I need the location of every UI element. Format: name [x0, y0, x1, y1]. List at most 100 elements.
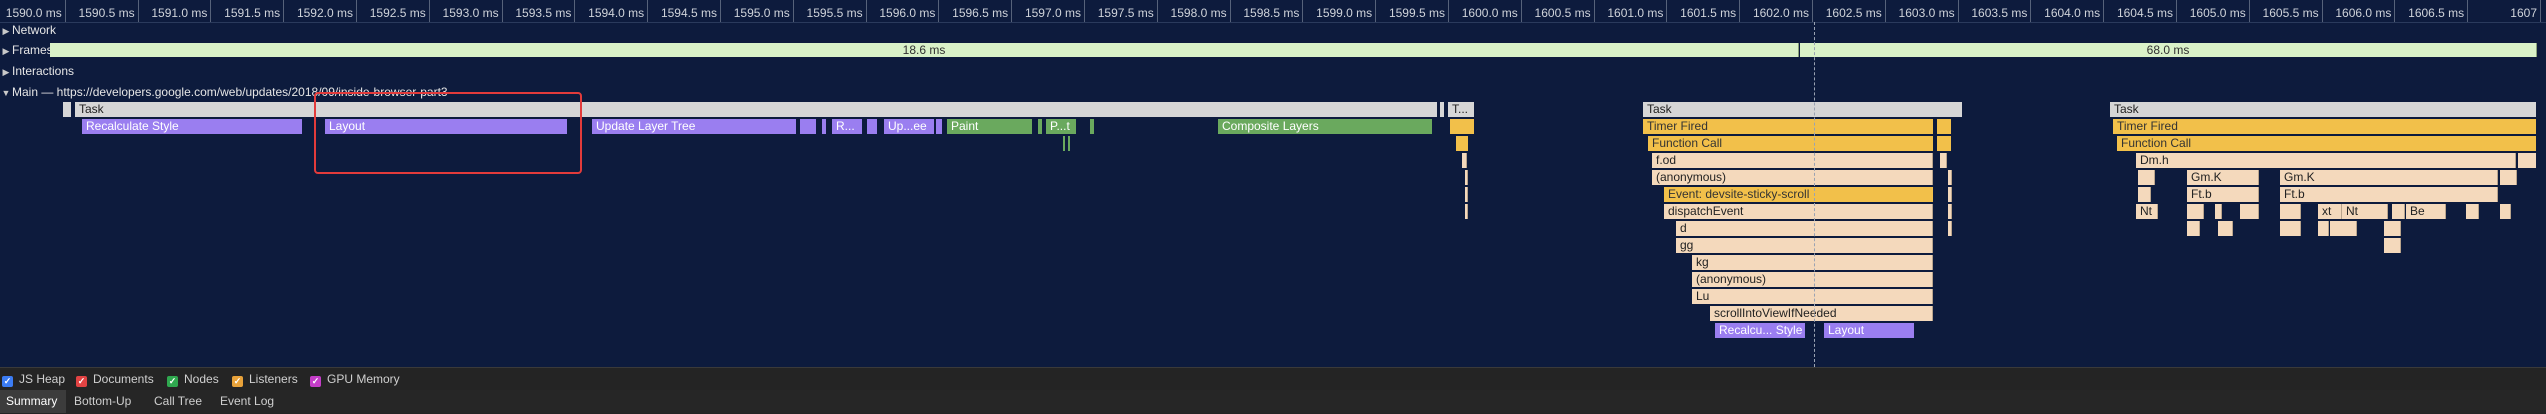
task-event[interactable] — [1958, 102, 1962, 117]
script-event[interactable] — [2138, 170, 2155, 185]
script-event[interactable] — [2138, 187, 2151, 202]
script-event[interactable] — [2500, 170, 2517, 185]
script-event[interactable] — [2280, 221, 2301, 236]
dispatch-event[interactable]: dispatchEvent — [1664, 204, 1933, 219]
script-event[interactable] — [2215, 204, 2222, 219]
f-od-event[interactable]: f.od — [1652, 153, 1933, 168]
kg-event[interactable]: kg — [1692, 255, 1933, 270]
ft-b-event[interactable]: Ft.b — [2280, 187, 2498, 202]
js-heap-checkbox[interactable]: ✓ JS Heap — [2, 368, 65, 390]
script-event[interactable] — [2466, 204, 2479, 219]
tab-bottom-up[interactable]: Bottom-Up — [68, 390, 144, 413]
recalculate-style-event[interactable]: Recalculate Style — [82, 119, 302, 134]
script-event[interactable] — [2384, 221, 2401, 236]
gg-event[interactable]: gg — [1676, 238, 1933, 253]
script-event[interactable] — [2384, 238, 2401, 253]
checkbox-icon[interactable]: ✓ — [76, 376, 87, 387]
tab-call-tree[interactable]: Call Tree — [148, 390, 212, 413]
script-event[interactable] — [2187, 221, 2200, 236]
gm-k-event[interactable]: Gm.K — [2187, 170, 2259, 185]
nodes-checkbox[interactable]: ✓ Nodes — [167, 368, 219, 390]
paint-event[interactable]: Paint — [947, 119, 1032, 134]
checkbox-icon[interactable]: ✓ — [167, 376, 178, 387]
timer-fired-event[interactable]: Timer Fired — [2113, 119, 2536, 134]
gpu-memory-checkbox[interactable]: ✓ GPU Memory — [310, 368, 400, 390]
expand-arrow-icon[interactable]: ▶ — [0, 43, 12, 59]
purple-event[interactable] — [822, 119, 826, 134]
green-event[interactable] — [1068, 136, 1070, 151]
frame-bar[interactable]: 68.0 ms — [1800, 43, 2537, 57]
frame-bar[interactable]: 18.6 ms — [50, 43, 1799, 57]
script-event[interactable] — [2318, 221, 2329, 236]
time-ruler[interactable]: 9.5 ms1590.0 ms1590.5 ms1591.0 ms1591.5 … — [0, 0, 2546, 23]
task-event[interactable]: Task — [1643, 102, 1959, 117]
anonymous-event[interactable]: (anonymous) — [1652, 170, 1933, 185]
dm-h-event[interactable]: Dm.h — [2136, 153, 2516, 168]
track-network[interactable]: ▶ Network — [0, 22, 56, 38]
script-event[interactable] — [2280, 204, 2301, 219]
script-event[interactable] — [2500, 204, 2511, 219]
orange-event[interactable] — [1450, 119, 1474, 134]
anonymous-event[interactable]: (anonymous) — [1692, 272, 1933, 287]
function-call-event[interactable]: Function Call — [2117, 136, 2536, 151]
update-layer-tree-event[interactable]: Update Layer Tree — [592, 119, 796, 134]
nt-event[interactable]: Nt — [2342, 204, 2388, 219]
script-event[interactable] — [2330, 221, 2357, 236]
recalculate-style-event[interactable]: Recalcu... Style — [1715, 323, 1805, 338]
xt-event[interactable]: xt — [2318, 204, 2342, 219]
script-event[interactable] — [1948, 170, 1952, 185]
task-event[interactable]: T... — [1448, 102, 1474, 117]
track-interactions[interactable]: ▶ Interactions — [0, 63, 75, 80]
script-event[interactable] — [2392, 204, 2405, 219]
task-event[interactable]: Task — [75, 102, 1437, 117]
expand-arrow-icon[interactable]: ▶ — [0, 23, 12, 39]
be-event[interactable]: Be — [2406, 204, 2446, 219]
green-event[interactable] — [1038, 119, 1042, 134]
green-event[interactable] — [1063, 136, 1065, 151]
script-event[interactable] — [1948, 204, 1952, 219]
script-event[interactable] — [1948, 221, 1952, 236]
ft-b-event[interactable]: Ft.b — [2187, 187, 2259, 202]
purple-event[interactable] — [936, 119, 942, 134]
orange-event[interactable] — [1937, 136, 1951, 151]
script-event[interactable] — [2218, 221, 2233, 236]
scroll-into-view-event[interactable]: scrollIntoViewIfNeeded — [1710, 306, 1933, 321]
script-event[interactable] — [1465, 187, 1468, 202]
script-event[interactable] — [1948, 187, 1952, 202]
documents-checkbox[interactable]: ✓ Documents — [76, 368, 154, 390]
task-event[interactable] — [1440, 102, 1444, 117]
script-event[interactable] — [1465, 204, 1468, 219]
script-event[interactable] — [2518, 153, 2537, 168]
checkbox-icon[interactable]: ✓ — [310, 376, 321, 387]
lu-event[interactable]: Lu — [1692, 289, 1933, 304]
paint-event[interactable]: P...t — [1046, 119, 1076, 134]
composite-layers-event[interactable]: Composite Layers — [1218, 119, 1432, 134]
nt-event[interactable]: Nt — [2136, 204, 2158, 219]
track-frames[interactable]: ▶ Frames — [0, 42, 53, 58]
script-event[interactable] — [2187, 204, 2204, 219]
orange-event[interactable] — [1456, 136, 1468, 151]
update-layer-tree-event[interactable]: Up...ee — [884, 119, 934, 134]
green-event[interactable] — [1090, 119, 1094, 134]
listeners-checkbox[interactable]: ✓ Listeners — [232, 368, 298, 390]
collapse-arrow-icon[interactable]: ▼ — [0, 85, 12, 101]
script-event[interactable] — [2240, 204, 2259, 219]
script-event[interactable] — [1465, 170, 1468, 185]
function-call-event[interactable]: Function Call — [1648, 136, 1933, 151]
script-event[interactable] — [1940, 153, 1947, 168]
event-sticky-scroll[interactable]: Event: devsite-sticky-scroll — [1664, 187, 1933, 202]
task-event[interactable] — [63, 102, 71, 117]
timer-fired-event[interactable]: Timer Fired — [1643, 119, 1933, 134]
tab-event-log[interactable]: Event Log — [214, 390, 284, 413]
checkbox-icon[interactable]: ✓ — [2, 376, 13, 387]
script-event[interactable] — [1462, 153, 1467, 168]
purple-event[interactable] — [800, 119, 816, 134]
purple-event[interactable] — [867, 119, 877, 134]
tab-summary[interactable]: Summary — [0, 390, 66, 413]
expand-arrow-icon[interactable]: ▶ — [0, 64, 12, 80]
task-event[interactable]: Task — [2110, 102, 2536, 117]
r-event[interactable]: R... — [832, 119, 862, 134]
d-event[interactable]: d — [1676, 221, 1933, 236]
layout-event[interactable]: Layout — [1824, 323, 1914, 338]
checkbox-icon[interactable]: ✓ — [232, 376, 243, 387]
